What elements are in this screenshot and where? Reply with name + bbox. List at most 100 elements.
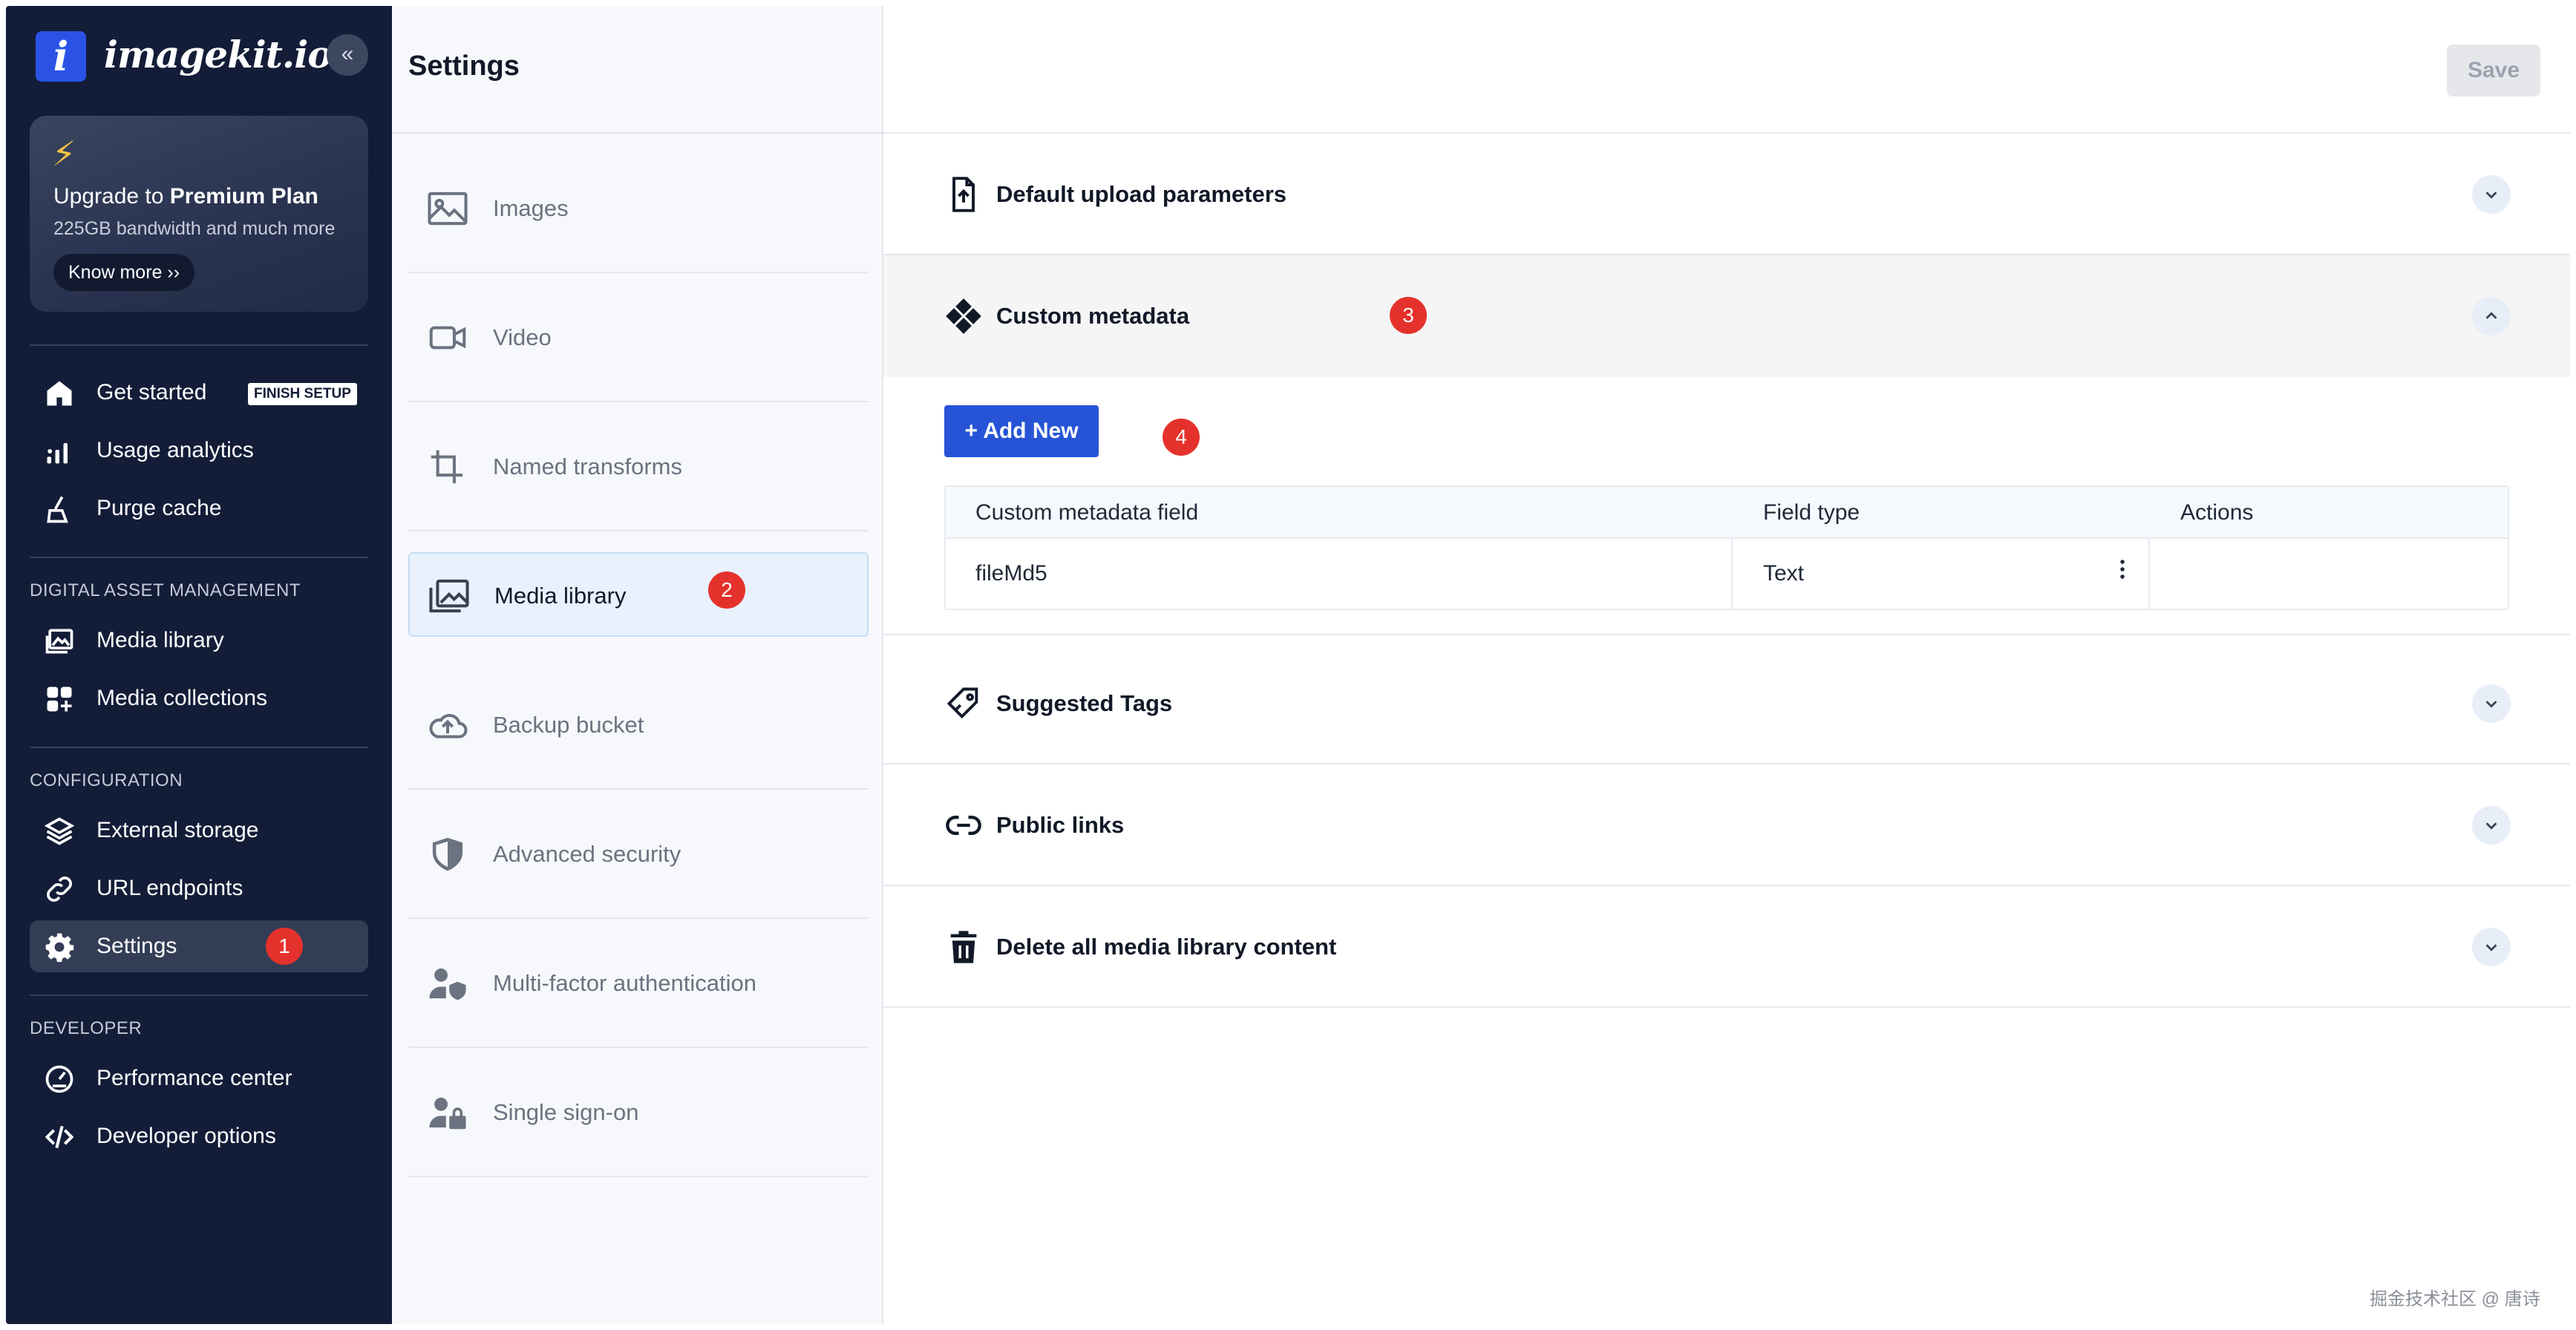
home-icon: [43, 377, 76, 410]
watermark: 掘金技术社区 @ 唐诗: [2370, 1289, 2540, 1309]
video-icon: [426, 318, 469, 358]
section-heading-dam: DIGITAL ASSET MANAGEMENT: [30, 580, 301, 600]
menu-divider: [408, 530, 869, 531]
section-title: Custom metadata: [996, 303, 1190, 329]
section-custom-metadata[interactable]: Custom metadata 3: [883, 255, 2570, 377]
finish-setup-badge: FINISH SETUP: [248, 383, 357, 405]
menu-item-label: Multi-factor authentication: [493, 970, 756, 996]
section-delete-all-media[interactable]: Delete all media library content: [883, 886, 2570, 1008]
sidebar-item-usage-analytics[interactable]: Usage analytics: [30, 425, 368, 476]
menu-divider: [408, 788, 869, 790]
menu-item-label: Advanced security: [493, 841, 681, 867]
content-toolbar: Save: [883, 6, 2570, 134]
sidebar-item-developer-options[interactable]: Developer options: [30, 1110, 368, 1162]
sidebar-divider: [30, 344, 368, 346]
sidebar-item-external-storage[interactable]: External storage: [30, 805, 368, 856]
section-title: Public links: [996, 812, 1125, 838]
column-divider: [1731, 539, 1733, 609]
logo-text: imagekit.io: [104, 33, 333, 76]
menu-item-label: Video: [493, 324, 552, 350]
menu-divider: [408, 272, 869, 273]
menu-divider: [392, 132, 882, 134]
tag-icon: [944, 684, 983, 723]
plan-name: Premium Plan: [169, 184, 318, 209]
section-suggested-tags[interactable]: Suggested Tags: [883, 643, 2570, 764]
section-heading-developer: DEVELOPER: [30, 1018, 143, 1038]
shield-icon: [426, 834, 469, 874]
upgrade-card: ⚡ Upgrade to Premium Plan 225GB bandwidt…: [30, 116, 368, 312]
sidebar-item-label: External storage: [97, 818, 259, 842]
section-default-upload-parameters[interactable]: Default upload parameters: [883, 134, 2570, 255]
sidebar-divider: [30, 557, 368, 558]
chevron-down-icon[interactable]: [2472, 928, 2511, 966]
sidebar-item-label: Settings: [97, 934, 177, 958]
chevron-up-icon[interactable]: [2472, 297, 2511, 335]
gallery-icon: [43, 625, 76, 658]
sidebar-item-settings[interactable]: Settings 1: [30, 920, 368, 972]
sidebar-item-media-library[interactable]: Media library: [30, 615, 368, 666]
upgrade-subtitle: 225GB bandwidth and much more: [53, 218, 336, 239]
bar-chart-icon: [43, 435, 76, 468]
diamond-tiles-icon: [944, 297, 983, 335]
sidebar-item-purge-cache[interactable]: Purge cache: [30, 482, 368, 534]
sidebar-item-get-started[interactable]: Get started FINISH SETUP: [30, 367, 368, 419]
layers-icon: [43, 815, 76, 848]
lightning-icon: ⚡: [52, 134, 76, 173]
menu-item-media-library[interactable]: Media library 2: [408, 552, 869, 637]
chevron-down-icon[interactable]: [2472, 684, 2511, 723]
menu-divider: [408, 401, 869, 402]
sidebar-item-label: Purge cache: [97, 496, 222, 520]
collapse-sidebar-button[interactable]: «: [327, 34, 368, 76]
settings-title: Settings: [408, 50, 520, 82]
logo[interactable]: i imagekit.io «: [36, 28, 370, 88]
menu-item-images[interactable]: Images: [408, 166, 869, 273]
menu-item-multi-factor-authentication[interactable]: Multi-factor authentication: [408, 941, 869, 1048]
link-icon: [43, 873, 76, 905]
sidebar-item-label: Developer options: [97, 1124, 276, 1148]
menu-divider: [408, 1046, 869, 1048]
sidebar-item-url-endpoints[interactable]: URL endpoints: [30, 862, 368, 914]
sidebar-item-performance-center[interactable]: Performance center: [30, 1052, 368, 1104]
menu-item-label: Images: [493, 195, 569, 221]
speedometer-icon: [43, 1063, 76, 1095]
section-title: Delete all media library content: [996, 934, 1337, 960]
chevron-down-icon[interactable]: [2472, 806, 2511, 845]
save-button[interactable]: Save: [2447, 45, 2540, 96]
sidebar-item-media-collections[interactable]: Media collections: [30, 672, 368, 724]
menu-item-video[interactable]: Video: [408, 295, 869, 402]
annotation-marker-4: 4: [1163, 419, 1200, 456]
file-upload-icon: [944, 175, 983, 214]
menu-divider: [408, 917, 869, 919]
menu-item-single-sign-on[interactable]: Single sign-on: [408, 1070, 869, 1177]
kebab-menu-icon[interactable]: [2111, 558, 2134, 588]
menu-item-label: Media library: [494, 583, 627, 609]
crop-icon: [426, 447, 469, 487]
main-sidebar: i imagekit.io « ⚡ Upgrade to Premium Pla…: [6, 6, 392, 1324]
know-more-button[interactable]: Know more ››: [53, 254, 195, 291]
upgrade-title: Upgrade to Premium Plan: [53, 184, 318, 209]
menu-item-backup-bucket[interactable]: Backup bucket: [408, 683, 869, 790]
menu-item-label: Single sign-on: [493, 1099, 639, 1125]
sidebar-item-label: URL endpoints: [97, 876, 243, 900]
gallery-icon: [428, 576, 471, 616]
settings-menu: Settings Images Video Named transforms M…: [392, 6, 883, 1324]
collections-icon: [43, 683, 76, 715]
section-divider: [883, 634, 2570, 635]
section-public-links[interactable]: Public links: [883, 764, 2570, 886]
custom-metadata-table: Custom metadata field Field type Actions…: [944, 485, 2509, 610]
chevron-down-icon[interactable]: [2472, 175, 2511, 214]
column-header: Custom metadata field: [975, 500, 1199, 525]
menu-divider: [408, 1176, 869, 1177]
user-shield-icon: [426, 963, 469, 1003]
metadata-field-name: fileMd5: [975, 561, 1047, 586]
sidebar-item-label: Media library: [97, 628, 224, 652]
menu-item-advanced-security[interactable]: Advanced security: [408, 812, 869, 919]
sidebar-item-label: Performance center: [97, 1066, 292, 1090]
menu-item-named-transforms[interactable]: Named transforms: [408, 425, 869, 531]
sidebar-item-label: Media collections: [97, 686, 268, 710]
broom-icon: [43, 493, 76, 525]
sidebar-item-label: Get started: [97, 380, 207, 404]
gear-icon: [43, 931, 76, 963]
column-divider: [2148, 539, 2150, 609]
add-new-button[interactable]: + Add New: [944, 405, 1099, 457]
